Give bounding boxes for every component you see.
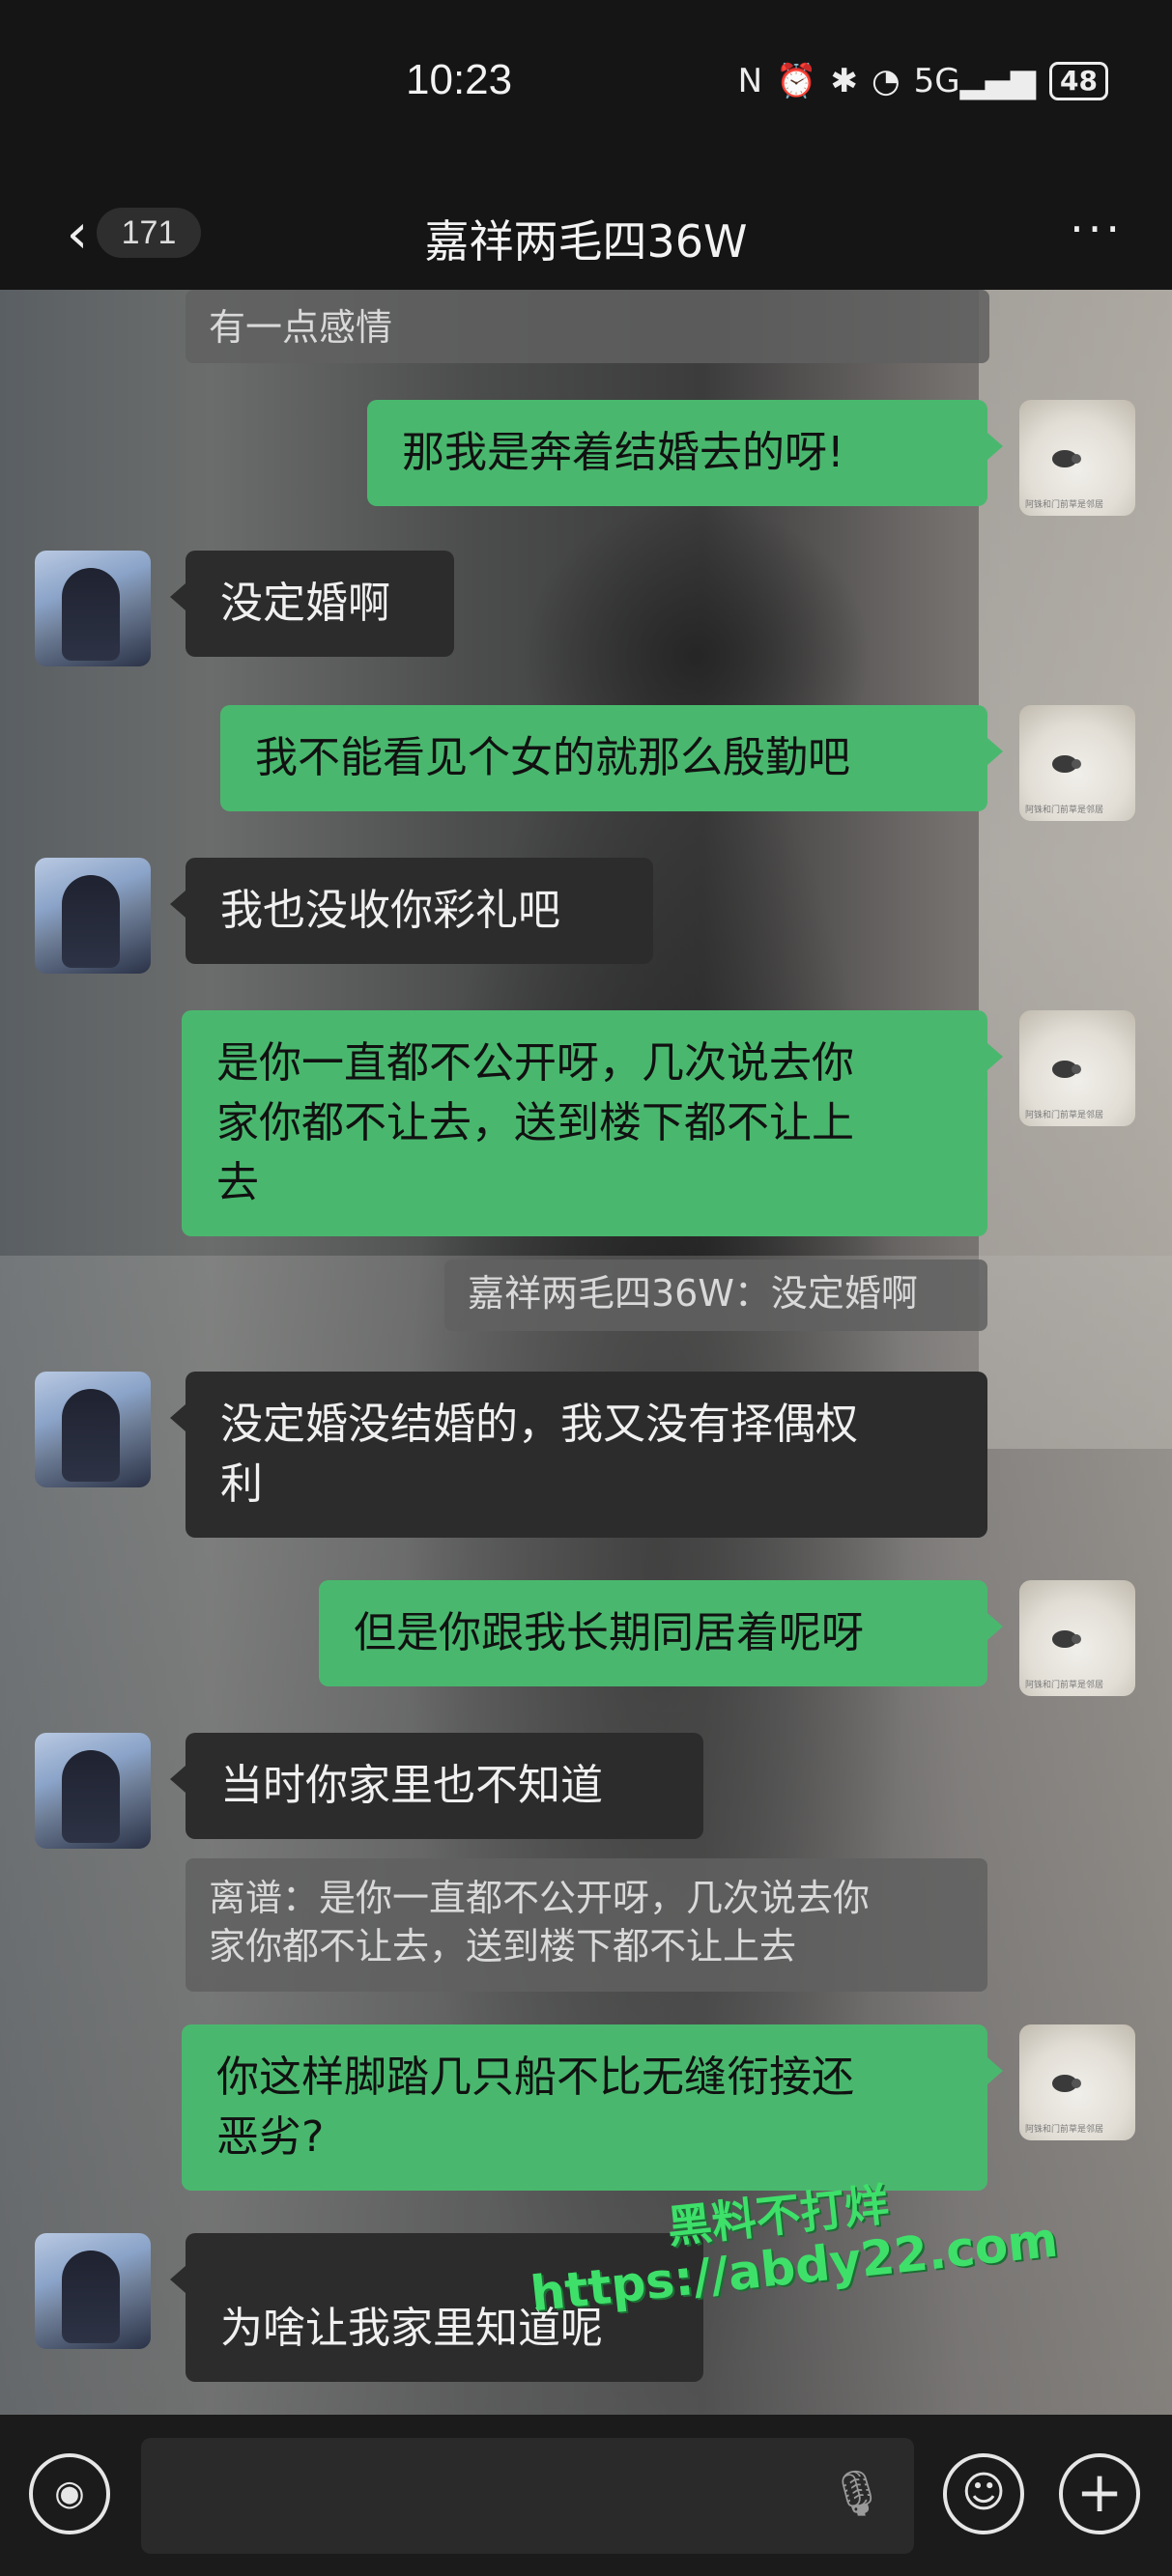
message-text: 但是你跟我长期同居着呢呀	[354, 1608, 864, 1657]
avatar-caption: 阿铢和门前草是邻居	[1025, 1681, 1104, 1690]
contact-avatar[interactable]	[35, 551, 151, 666]
microphone-icon[interactable]: 🎙	[829, 2467, 885, 2520]
quote-line: 家你都不让去，送到楼下都不让上去	[209, 1925, 797, 1967]
chat-header: ‹ 171 嘉祥两毛四36W ···	[0, 174, 1172, 290]
contact-avatar[interactable]	[35, 1733, 151, 1849]
avatar-caption: 阿铢和门前草是邻居	[1025, 500, 1104, 510]
contact-avatar[interactable]	[35, 1372, 151, 1487]
received-message-bubble[interactable]: 没定婚没结婚的，我又没有择偶权 利	[170, 1372, 987, 1538]
my-avatar[interactable]: 阿铢和门前草是邻居	[1019, 1010, 1135, 1126]
my-avatar[interactable]: 阿铢和门前草是邻居	[1019, 705, 1135, 821]
sent-message-bubble[interactable]: 但是你跟我长期同居着呢呀	[319, 1580, 1003, 1686]
nfc-icon: N	[737, 62, 763, 100]
contact-avatar[interactable]	[35, 2233, 151, 2349]
message-text: 那我是奔着结婚去的呀!	[402, 428, 844, 477]
signal-5g-icon: 5G▂▄▆	[913, 62, 1037, 100]
emoji-button[interactable]: ☺	[943, 2453, 1024, 2534]
sent-message-bubble[interactable]: 你这样脚踏几只船不比无缝衔接还 恶劣?	[182, 2024, 1003, 2191]
more-functions-button[interactable]: +	[1059, 2453, 1140, 2534]
status-bar: 10:23 N ⏰ ✱ ◔ 5G▂▄▆ 48	[0, 0, 1172, 174]
quote-line: 离谱：是你一直都不公开呀，几次说去你	[209, 1877, 871, 1919]
quote-text: 嘉祥两毛四36W：没定婚啊	[468, 1272, 918, 1315]
contact-avatar[interactable]	[35, 858, 151, 974]
message-text: 我不能看见个女的就那么殷勤吧	[255, 733, 850, 782]
message-line: 你这样脚踏几只船不比无缝衔接还	[216, 2052, 854, 2102]
avatar-caption: 阿铢和门前草是邻居	[1025, 2125, 1104, 2135]
quote-text: 有一点感情	[209, 306, 393, 349]
received-message-bubble[interactable]: 没定婚啊	[170, 551, 454, 657]
message-text: 没定婚啊	[220, 579, 390, 628]
quoted-message: 离谱：是你一直都不公开呀，几次说去你 家你都不让去，送到楼下都不让上去	[186, 1858, 987, 1992]
message-line: 没定婚没结婚的，我又没有择偶权	[220, 1400, 858, 1449]
chat-messages[interactable]: 有一点感情 阿铢和门前草是邻居 那我是奔着结婚去的呀! 没定婚啊 阿铢和门前草是…	[0, 290, 1172, 2415]
quoted-message: 有一点感情	[186, 290, 989, 363]
sent-message-bubble[interactable]: 那我是奔着结婚去的呀!	[367, 400, 1003, 506]
status-time: 10:23	[406, 56, 513, 103]
wifi-icon: ◔	[871, 62, 900, 100]
received-message-bubble[interactable]: 当时你家里也不知道	[170, 1733, 703, 1839]
quoted-message: 嘉祥两毛四36W：没定婚啊	[444, 1260, 987, 1331]
received-message-bubble[interactable]: 我也没收你彩礼吧	[170, 858, 653, 964]
my-avatar[interactable]: 阿铢和门前草是邻居	[1019, 400, 1135, 516]
my-avatar[interactable]: 阿铢和门前草是邻居	[1019, 2024, 1135, 2140]
alarm-icon: ⏰	[776, 62, 817, 100]
voice-input-button[interactable]: ◉	[29, 2453, 110, 2534]
message-line: 利	[220, 1459, 263, 1509]
avatar-caption: 阿铢和门前草是邻居	[1025, 806, 1104, 815]
chat-title: 嘉祥两毛四36W	[424, 215, 748, 268]
sent-message-bubble[interactable]: 我不能看见个女的就那么殷勤吧	[220, 705, 1003, 811]
message-line: 是你一直都不公开呀，几次说去你	[216, 1038, 854, 1088]
input-bar: ◉ 🎙 ☺ +	[0, 2415, 1172, 2576]
battery-icon: 48	[1049, 62, 1108, 100]
avatar-caption: 阿铢和门前草是邻居	[1025, 1111, 1104, 1120]
message-text: 我也没收你彩礼吧	[220, 886, 560, 935]
system-icons: N ⏰ ✱ ◔ 5G▂▄▆ 48	[738, 60, 1108, 102]
message-text: 当时你家里也不知道	[220, 1761, 603, 1810]
bluetooth-icon: ✱	[830, 62, 858, 100]
more-options-icon[interactable]: ···	[1070, 203, 1124, 255]
sent-message-bubble[interactable]: 是你一直都不公开呀，几次说去你 家你都不让去，送到楼下都不让上 去	[182, 1010, 1003, 1236]
message-line: 家你都不让去，送到楼下都不让上	[216, 1098, 854, 1147]
message-line: 恶劣?	[216, 2112, 325, 2162]
message-input[interactable]: 🎙	[141, 2438, 914, 2554]
my-avatar[interactable]: 阿铢和门前草是邻居	[1019, 1580, 1135, 1696]
message-line: 去	[216, 1158, 259, 1207]
